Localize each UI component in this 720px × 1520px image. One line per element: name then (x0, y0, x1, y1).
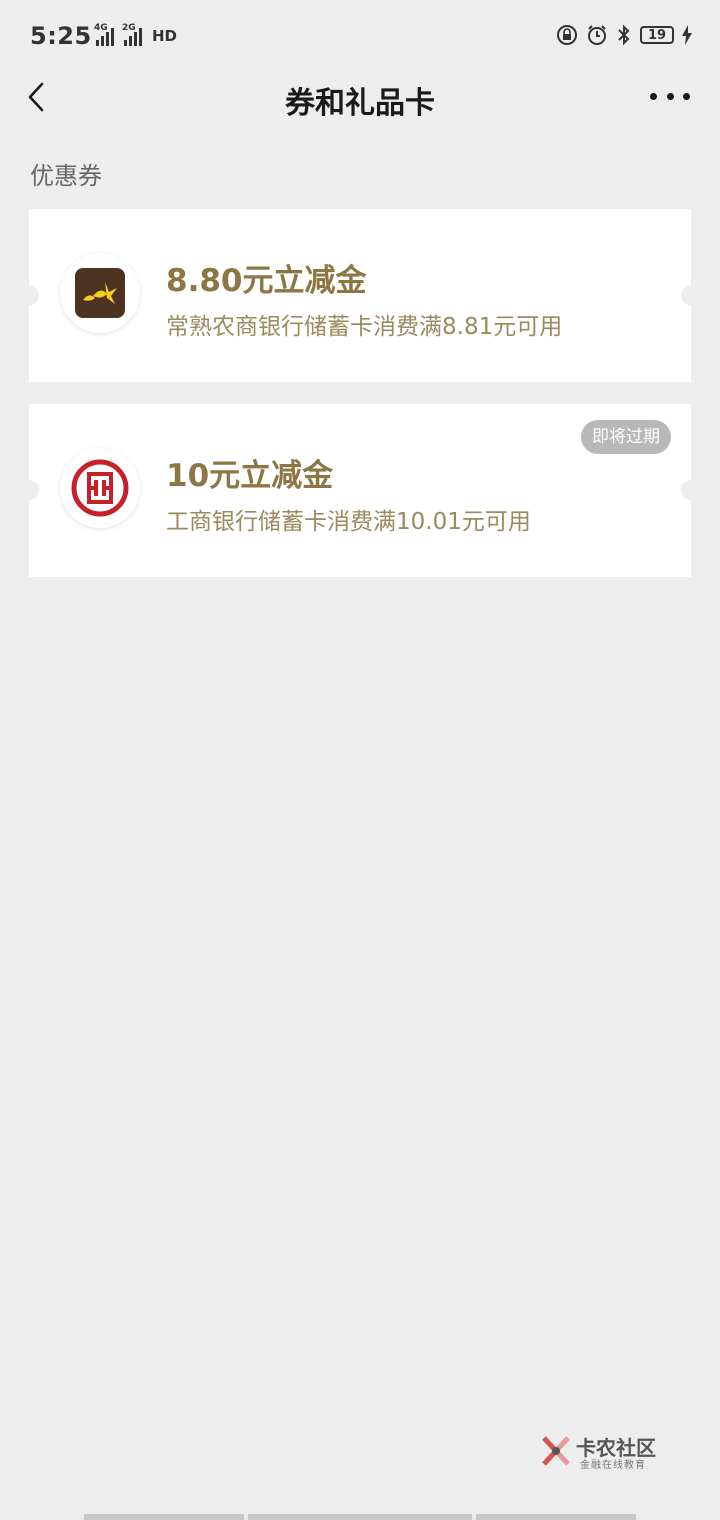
status-time: 5:25 (30, 22, 92, 50)
battery-icon: 19 (640, 26, 674, 44)
signal-4g-icon: 4G (94, 23, 114, 46)
kanong-logo-icon (542, 1436, 570, 1466)
card-notch-right (681, 285, 701, 305)
nav-bar: 券和礼品卡 (0, 72, 720, 122)
card-notch-left (19, 285, 39, 305)
coupon-card[interactable]: 8.80元立减金 常熟农商银行储蓄卡消费满8.81元可用 (19, 209, 701, 382)
card-notch-right (681, 480, 701, 500)
expiring-soon-badge: 即将过期 (581, 420, 671, 454)
watermark-sub: 金融在线教育 (580, 1460, 646, 1471)
charging-icon (682, 25, 692, 45)
nav-hint-bar (476, 1514, 636, 1520)
icbc-logo-icon (60, 448, 140, 528)
status-right: 19 (556, 24, 692, 46)
coupon-title: 8.80元立减金 (166, 263, 367, 299)
lock-rotation-icon (557, 25, 577, 45)
watermark: 卡农社区 金融在线教育 (540, 1432, 670, 1472)
coupon-description: 常熟农商银行储蓄卡消费满8.81元可用 (166, 314, 563, 340)
nav-hint-bar (84, 1514, 244, 1520)
hd-icon: HD (152, 27, 178, 45)
status-bar: 5:25 4G 2G HD 19 (0, 0, 720, 72)
more-options-icon[interactable] (650, 86, 690, 106)
card-notch-left (19, 480, 39, 500)
coupon-title: 10元立减金 (166, 458, 334, 494)
page-title: 券和礼品卡 (285, 86, 435, 121)
signal-2g-icon: 2G (122, 23, 142, 46)
nav-hint-bar (248, 1514, 472, 1520)
coupon-description: 工商银行储蓄卡消费满10.01元可用 (166, 509, 531, 535)
bluetooth-icon (618, 24, 630, 46)
changshu-bank-logo-icon (60, 253, 140, 333)
alarm-icon (588, 25, 606, 45)
section-title-coupons: 优惠券 (30, 162, 102, 190)
coupon-card[interactable]: 即将过期 10元立减金 工商银行储蓄卡消费满10.01元可用 (19, 404, 701, 577)
